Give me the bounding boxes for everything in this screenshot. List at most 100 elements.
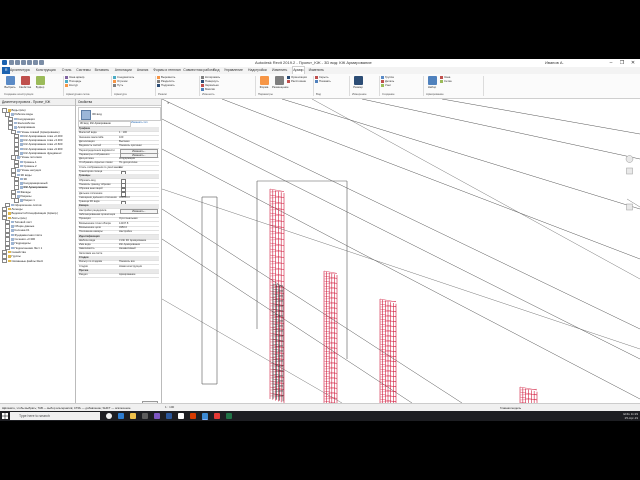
column-cage-2-stirrup [323,345,338,349]
file-explorer-icon[interactable] [130,413,136,419]
ribbon-large-button[interactable]: Форма [257,76,271,89]
close-button[interactable]: ✕ [628,59,638,67]
ribbon-small-button[interactable]: Узел [381,83,391,88]
property-value[interactable]: Армирование [119,273,135,277]
view-icon [10,246,14,250]
view-icon [13,121,17,125]
notepad-icon[interactable] [178,413,184,419]
ribbon-button-label: Форма [259,85,269,89]
ribbon-small-button[interactable]: Контур [65,83,78,88]
measure-icon[interactable] [39,60,44,65]
print-icon[interactable] [33,60,38,65]
slab-edge-line [162,99,640,330]
column-cage-1-stirrup [269,296,285,300]
ribbon-tab[interactable]: Конструкция [36,67,56,74]
ribbon-tab[interactable]: Формы и генплан [153,67,180,74]
revit-taskbar-icon[interactable] [202,413,208,420]
zoom-icon[interactable] [626,167,633,175]
column-cage-2-stirrup [323,375,338,379]
ribbon-button-label: Подрезать [161,83,175,88]
visual-studio-icon[interactable] [154,413,160,419]
ribbon-tab[interactable]: Архитектура [10,67,30,74]
3d-viewport[interactable] [162,99,640,403]
store-icon[interactable] [142,413,148,419]
ribbon-tab[interactable]: Вставить [95,67,109,74]
expand-toggle-icon[interactable] [2,258,7,264]
view-icon [19,186,23,189]
ribbon-tab[interactable]: Надстройки [248,67,267,74]
task-view-icon[interactable] [106,413,112,419]
ribbon-panel-title: Вид [316,92,322,96]
view-icon [10,113,14,116]
user-name[interactable]: Иванов А. [545,60,564,65]
excel-icon[interactable] [226,413,232,419]
minimize-button[interactable]: – [606,59,616,67]
ribbon-tab[interactable]: Анализ [137,67,148,74]
column-cage-1-lower-stirrup [272,356,284,358]
steering-wheel-icon[interactable] [625,155,634,163]
ribbon-tab[interactable]: Сталь [62,67,72,74]
navigation-bar[interactable] [625,154,634,214]
view-close-icon[interactable]: ✕ [167,101,170,105]
ribbon-large-button[interactable]: Свойства [18,76,32,89]
column-cage-1-lower-stirrup [272,373,284,376]
edit-type-button[interactable]: Изменить тип [131,121,158,125]
active-model[interactable]: Главная модель [500,406,521,410]
ribbon-tab[interactable]: Вид [213,67,219,74]
ribbon-tab[interactable]: Аннотации [115,67,132,74]
undo-icon[interactable] [21,60,26,65]
column-cage-1-stirrup [269,239,285,241]
view-icon [19,160,23,164]
tool-icon [5,76,15,85]
ribbon-large-button[interactable]: Выбрать [3,76,17,89]
column-cage-1-lower-stirrup [272,323,284,326]
windows-start-icon[interactable] [2,413,8,419]
ribbon-tab[interactable]: Управление [224,67,243,74]
column-cage-1-stirrup [269,212,285,216]
rebar-3d-model[interactable] [162,99,640,403]
ribbon-large-button[interactable]: Размер [351,76,365,89]
pdf-icon[interactable] [214,413,220,419]
taskbar-search-input[interactable]: Type here to search [10,412,100,420]
orbit-icon[interactable] [626,203,633,211]
ribbon-large-button[interactable]: Размещение [272,76,289,89]
ribbon-tab[interactable]: Изменить [309,67,324,74]
open-icon[interactable] [9,60,14,65]
beam-edge-line [162,188,640,350]
ribbon-tab[interactable]: Системы [76,67,90,74]
ribbon-small-button[interactable]: Сетка [440,79,452,84]
ribbon-small-button[interactable]: Путь [113,83,123,88]
column-cage-2-stirrup [323,283,338,285]
type-selector[interactable]: 3D вид [78,107,161,121]
tool-icon [381,76,384,79]
redo-icon[interactable] [27,60,32,65]
ribbon-small-button[interactable]: Показать [315,79,331,84]
folder-icon [7,207,11,211]
ribbon-panel-title: Армирование [426,92,444,96]
column-cage-1-stirrup [269,257,285,259]
column-cage-2-stirrup [323,298,338,300]
column-cage-1-stirrup [269,200,285,204]
word-icon[interactable] [166,413,172,419]
edge-icon[interactable] [118,413,124,419]
ribbon-tab[interactable]: Совместная работа [183,67,214,74]
ribbon-small-button[interactable]: Расстояние [287,79,306,84]
view-icon [13,117,17,121]
column-cage-1-lower-stirrup [272,361,284,363]
ribbon-small-button[interactable]: Подрезать [157,83,175,88]
view-scale[interactable]: 1 : 100 [165,405,174,409]
ribbon-tab[interactable]: Изменить [272,67,287,74]
tool-icon [157,76,160,79]
ribbon-button-label: Узел [385,83,391,88]
view-icon [19,177,23,181]
maximize-button[interactable]: ❐ [617,59,627,67]
system-tray[interactable]: ENG 11:29 25-Apr-19 [623,412,638,420]
column-cage-1-stirrup [269,281,285,283]
powerpoint-icon[interactable] [190,413,196,419]
ribbon-large-button[interactable]: Буфер [33,76,47,89]
ribbon-large-button[interactable]: Набор [425,76,439,89]
browser-item[interactable]: Связанные файлы Revit [2,258,43,264]
save-icon[interactable] [15,60,20,65]
revit-logo-icon[interactable] [2,60,7,65]
column-cage-1-lower-stirrup [272,386,284,388]
